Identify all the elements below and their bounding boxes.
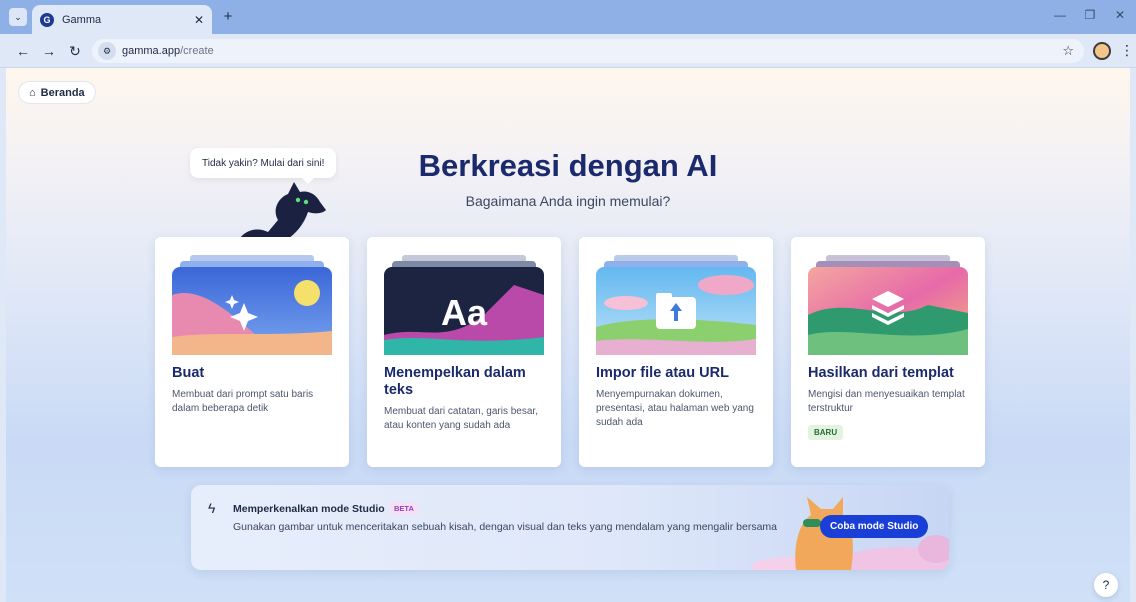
tab-title: Gamma xyxy=(62,13,102,26)
browser-tab[interactable]: G Gamma ✕ xyxy=(32,5,212,34)
close-icon[interactable]: ✕ xyxy=(194,13,204,27)
card-title: Impor file atau URL xyxy=(596,365,729,381)
gamma-favicon-icon: G xyxy=(40,12,54,27)
address-bar: ← → ↻ ⚙ gamma.app/create ☆ xyxy=(0,34,1136,68)
beta-badge: BETA xyxy=(389,502,419,515)
home-label: Beranda xyxy=(40,86,85,99)
cat-mascot-illustration xyxy=(240,182,326,240)
back-icon[interactable]: ← xyxy=(14,42,32,60)
home-button[interactable]: ⌂ Beranda xyxy=(18,81,96,104)
tab-search-icon[interactable]: ⌄ xyxy=(9,8,27,26)
promo-title: Memperkenalkan mode Studio xyxy=(233,503,385,515)
card-generate[interactable]: Buat Membuat dari prompt satu baris dala… xyxy=(155,237,349,467)
restore-icon[interactable]: ❐ xyxy=(1080,8,1100,22)
card-paste-text-illustration: Aa xyxy=(384,255,544,355)
url-host: gamma.app xyxy=(122,45,181,57)
minimize-icon[interactable]: — xyxy=(1050,8,1070,22)
reload-icon[interactable]: ↻ xyxy=(66,42,84,60)
profile-icon[interactable] xyxy=(1093,42,1111,60)
help-button[interactable]: ? xyxy=(1094,573,1118,597)
card-title: Buat xyxy=(172,365,205,381)
lightning-icon: ϟ xyxy=(208,500,216,516)
page-content: ⌂ Beranda Tidak yakin? Mulai dari sini! … xyxy=(6,68,1130,602)
card-description: Membuat dari catatan, garis besar, atau … xyxy=(384,406,538,431)
tab-bar: ⌄ G Gamma ✕ + — ❐ ✕ xyxy=(0,0,1136,34)
try-studio-button[interactable]: Coba mode Studio xyxy=(820,515,929,538)
url-omnibox[interactable]: ⚙ gamma.app/create ☆ xyxy=(92,39,1084,63)
forward-icon[interactable]: → xyxy=(40,42,58,60)
plus-icon[interactable]: + xyxy=(219,8,237,26)
close-window-icon[interactable]: ✕ xyxy=(1110,8,1130,22)
studio-promo-banner: ϟ Memperkenalkan mode Studio BETA Gunaka… xyxy=(191,485,949,570)
card-description: Membuat dari prompt satu baris dalam beb… xyxy=(172,389,314,414)
card-title: Menempelkan dalam teks xyxy=(384,365,526,398)
page-title: Berkreasi dengan AI xyxy=(418,148,718,183)
home-icon: ⌂ xyxy=(29,86,36,99)
card-import[interactable]: Impor file atau URL Menyempurnakan dokum… xyxy=(579,237,773,467)
url-text: gamma.app/create xyxy=(122,45,214,57)
page-subtitle: Bagaimana Anda ingin memulai? xyxy=(465,193,671,209)
url-path: /create xyxy=(180,45,214,57)
card-description: Menyempurnakan dokumen, presentasi, atau… xyxy=(596,389,754,428)
site-info-icon[interactable]: ⚙ xyxy=(98,42,116,60)
card-template[interactable]: Hasilkan dari templat Mengisi dan menyes… xyxy=(791,237,985,467)
card-description: Mengisi dan menyesuaikan templat terstru… xyxy=(808,389,965,414)
promo-description: Gunakan gambar untuk menceritakan sebuah… xyxy=(233,521,777,533)
card-import-illustration xyxy=(596,255,756,355)
card-generate-illustration xyxy=(172,255,332,355)
card-art-text: Aa xyxy=(441,292,488,333)
card-paste-text[interactable]: Aa Menempelkan dalam teks Membuat dari c… xyxy=(367,237,561,467)
new-badge: BARU xyxy=(808,425,844,440)
star-icon[interactable]: ☆ xyxy=(1062,43,1074,59)
card-template-illustration xyxy=(808,255,968,355)
kebab-menu-icon[interactable]: ⋮ xyxy=(1120,42,1134,59)
card-title: Hasilkan dari templat xyxy=(808,365,954,381)
